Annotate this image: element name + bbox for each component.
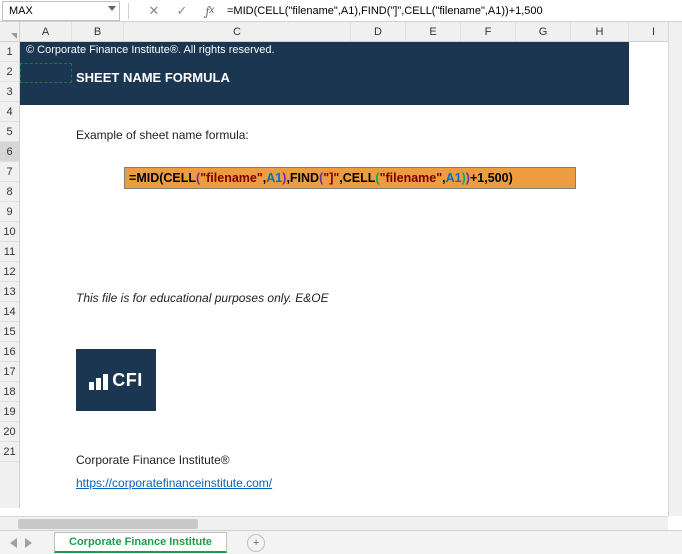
- row-header[interactable]: 4: [0, 102, 19, 122]
- name-box[interactable]: MAX: [2, 1, 120, 21]
- tab-nav: [0, 538, 42, 548]
- formula-render: =MID(CELL("filename",A1),FIND("]",CELL("…: [129, 171, 513, 186]
- name-box-value: MAX: [9, 5, 33, 17]
- row-header[interactable]: 12: [0, 262, 19, 282]
- row-header[interactable]: 19: [0, 402, 19, 422]
- cancel-icon[interactable]: ✕: [147, 4, 161, 18]
- prev-sheet-icon[interactable]: [10, 538, 17, 548]
- row-header[interactable]: 10: [0, 222, 19, 242]
- row-header[interactable]: 7: [0, 162, 19, 182]
- row-header[interactable]: 6: [0, 142, 19, 162]
- logo-text: CFI: [112, 370, 143, 391]
- spreadsheet: 1 2 3 4 5 6 7 8 9 10 11 12 13 14 15 16 1…: [0, 22, 682, 508]
- column-header[interactable]: H: [571, 22, 629, 41]
- column-header[interactable]: G: [516, 22, 571, 41]
- column-header[interactable]: D: [351, 22, 406, 41]
- column-headers: A B C D E F G H I: [20, 22, 682, 42]
- column-header[interactable]: E: [406, 22, 461, 41]
- example-label: Example of sheet name formula:: [76, 128, 249, 142]
- column-header[interactable]: A: [20, 22, 72, 41]
- formula-input[interactable]: =MID(CELL("filename",A1),FIND("]",CELL("…: [221, 1, 682, 21]
- row-header[interactable]: 11: [0, 242, 19, 262]
- formula-bar-row: MAX ✕ ✓ fx =MID(CELL("filename",A1),FIND…: [0, 0, 682, 22]
- row-headers: 1 2 3 4 5 6 7 8 9 10 11 12 13 14 15 16 1…: [0, 22, 20, 508]
- row-header[interactable]: 21: [0, 442, 19, 462]
- row-header[interactable]: 3: [0, 82, 19, 102]
- row-header[interactable]: 15: [0, 322, 19, 342]
- row-header[interactable]: 8: [0, 182, 19, 202]
- tab-active[interactable]: Corporate Finance Institute: [54, 532, 227, 553]
- copyright-text: © Corporate Finance Institute®. All righ…: [26, 44, 275, 56]
- disclaimer-text: This file is for educational purposes on…: [76, 291, 329, 305]
- row-header[interactable]: 2: [0, 62, 19, 82]
- formula-bar-actions: ✕ ✓ fx: [147, 4, 217, 18]
- horizontal-scrollbar[interactable]: [0, 516, 668, 530]
- row-header[interactable]: 16: [0, 342, 19, 362]
- column-header[interactable]: C: [124, 22, 351, 41]
- row-header[interactable]: 5: [0, 122, 19, 142]
- company-url[interactable]: https://corporatefinanceinstitute.com/: [76, 476, 272, 490]
- enter-icon[interactable]: ✓: [175, 4, 189, 18]
- scrollbar-thumb[interactable]: [18, 519, 198, 529]
- row-header[interactable]: 17: [0, 362, 19, 382]
- fx-icon[interactable]: fx: [203, 4, 217, 18]
- row-header[interactable]: 9: [0, 202, 19, 222]
- cfi-logo: CFI: [76, 349, 156, 411]
- add-sheet-button[interactable]: +: [247, 534, 265, 552]
- next-sheet-icon[interactable]: [25, 538, 32, 548]
- grid[interactable]: A B C D E F G H I © Corporate Finance In…: [20, 22, 682, 508]
- row-header[interactable]: 13: [0, 282, 19, 302]
- column-header[interactable]: F: [461, 22, 516, 41]
- row-header[interactable]: 14: [0, 302, 19, 322]
- company-name: Corporate Finance Institute®: [76, 453, 230, 467]
- column-header[interactable]: B: [72, 22, 124, 41]
- formula-text: =MID(CELL("filename",A1),FIND("]",CELL("…: [227, 5, 543, 17]
- row-header[interactable]: 1: [0, 42, 19, 62]
- vertical-scrollbar[interactable]: [668, 22, 682, 516]
- sheet-tabs: Corporate Finance Institute +: [0, 530, 682, 554]
- chevron-down-icon[interactable]: [108, 6, 116, 11]
- row-header[interactable]: 18: [0, 382, 19, 402]
- divider: [128, 3, 129, 19]
- select-all-cell[interactable]: [0, 22, 19, 42]
- row-header[interactable]: 20: [0, 422, 19, 442]
- active-cell-editor[interactable]: =MID(CELL("filename",A1),FIND("]",CELL("…: [124, 167, 576, 189]
- bars-icon: [89, 374, 108, 390]
- page-title: SHEET NAME FORMULA: [76, 70, 230, 85]
